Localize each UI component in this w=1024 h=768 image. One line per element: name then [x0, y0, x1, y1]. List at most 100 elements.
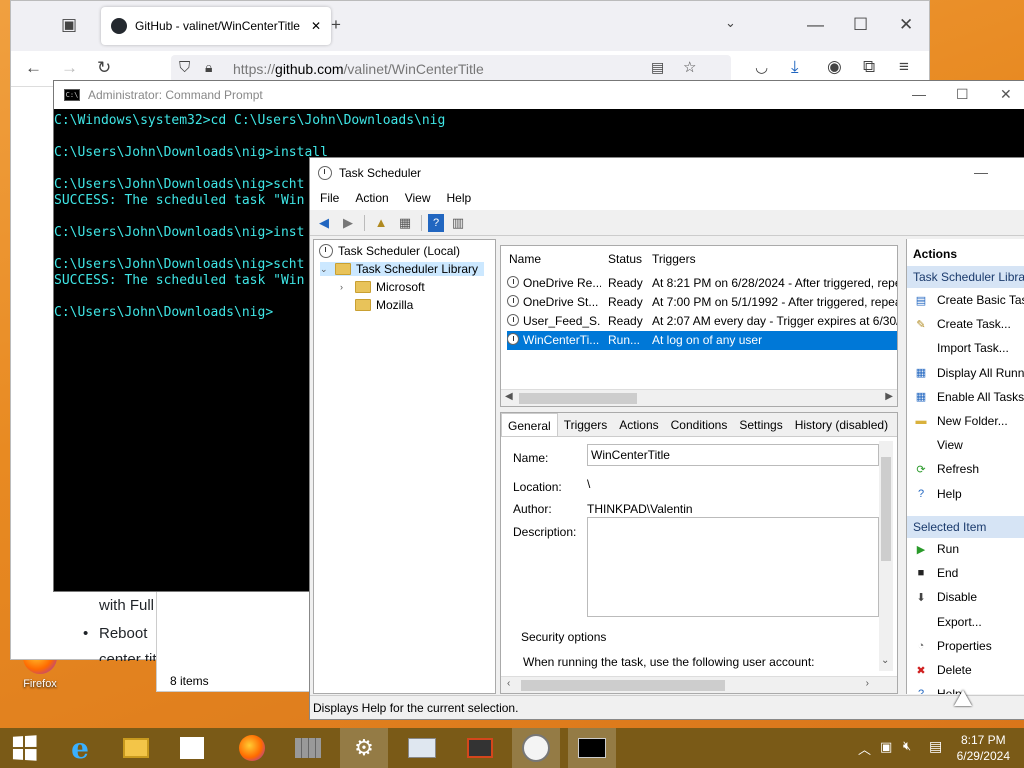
scroll-down-icon[interactable]: ⌄ — [881, 655, 889, 666]
tab-overview-icon[interactable]: ▣ — [61, 15, 77, 35]
description-field[interactable] — [587, 517, 879, 617]
network-icon[interactable]: ▣ — [880, 739, 892, 755]
lock-icon[interactable]: 🔒︎ — [205, 59, 212, 76]
task-row[interactable]: WinCenterTi... Run... At log on of any use… — [507, 331, 897, 350]
action-item[interactable]: ◔ Properties — [913, 639, 992, 653]
tab-actions[interactable]: Actions — [613, 413, 664, 436]
account-icon[interactable]: ◉ — [827, 57, 842, 77]
detail-hscroll[interactable]: ‹ › — [501, 676, 897, 693]
tab-history[interactable]: History (disabled) — [789, 413, 894, 436]
detail-vscroll[interactable]: ⌄ — [879, 441, 893, 671]
ts-minimize-icon[interactable]: — — [974, 164, 988, 180]
detail-hscroll-thumb[interactable] — [521, 680, 725, 691]
action-item[interactable]: ? Help — [913, 487, 962, 501]
tab-general[interactable]: General — [501, 413, 558, 436]
action-item[interactable]: ▬ New Folder... — [913, 414, 1008, 428]
cmd-title-bar[interactable]: C:\ Administrator: Command Prompt — ☐ ✕ — [54, 81, 1024, 109]
new-tab-button[interactable]: + — [331, 15, 341, 35]
actions-section-selected[interactable]: Selected Item — [907, 516, 1024, 538]
cmd-maximize-icon[interactable]: ☐ — [956, 86, 969, 103]
action-item[interactable]: ✖ Delete — [913, 663, 971, 677]
action-item[interactable]: ✎ Create Task... — [913, 317, 1010, 331]
action-item[interactable]: ▦ Enable All Tasks History — [913, 390, 1024, 404]
taskbar-cmd[interactable] — [568, 728, 616, 768]
tab-conditions[interactable]: Conditions — [665, 413, 734, 436]
taskbar-store[interactable] — [168, 728, 216, 768]
action-item[interactable]: ■ End — [913, 566, 959, 580]
back-icon[interactable]: ← — [25, 58, 42, 78]
menu-help[interactable]: Help — [439, 188, 480, 210]
menu-view[interactable]: View — [397, 188, 439, 210]
forward-icon[interactable]: → — [61, 58, 78, 78]
taskbar-firefox[interactable] — [228, 728, 276, 768]
tree-item-root[interactable]: Task Scheduler (Local) — [319, 244, 460, 258]
action-item[interactable]: Export... — [913, 615, 982, 629]
menu-action[interactable]: Action — [347, 188, 396, 210]
task-list-hscroll[interactable]: ◀ ▶ — [501, 389, 897, 406]
task-row[interactable]: OneDrive St... Ready At 7:00 PM on 5/1/199… — [507, 293, 897, 312]
show-hide-action-pane-icon[interactable]: ▥ — [448, 214, 468, 232]
action-item[interactable]: ▶ Run — [913, 542, 959, 556]
forward-arrow-icon[interactable]: ▶ — [338, 214, 358, 232]
notification-icon[interactable]: ▤ — [929, 738, 942, 755]
detail-scroll-thumb[interactable] — [881, 457, 891, 561]
reload-icon[interactable]: ↻ — [97, 58, 111, 78]
name-field[interactable]: WinCenterTitle — [587, 444, 879, 466]
taskbar-performance[interactable] — [398, 728, 446, 768]
taskbar-ie[interactable]: e — [56, 728, 104, 768]
cmd-close-icon[interactable]: ✕ — [1000, 86, 1012, 103]
task-row[interactable]: OneDrive Re... Ready At 8:21 PM on 6/28/20… — [507, 274, 897, 293]
taskbar-task-scheduler[interactable] — [512, 728, 560, 768]
taskbar-firewall[interactable] — [284, 728, 332, 768]
action-item[interactable]: ⟳ Refresh — [913, 462, 979, 476]
tree-item-mozilla[interactable]: Mozilla — [355, 298, 413, 312]
taskbar-file-explorer[interactable] — [112, 728, 160, 768]
help-icon[interactable]: ? — [428, 213, 444, 232]
menu-file[interactable]: File — [312, 188, 347, 210]
column-triggers[interactable]: Triggers — [652, 252, 696, 266]
scroll-left-icon[interactable]: ◀ — [505, 391, 513, 402]
scroll-right-icon[interactable]: ▶ — [885, 391, 893, 402]
cmd-minimize-icon[interactable]: — — [912, 86, 926, 102]
column-status[interactable]: Status — [608, 252, 642, 266]
tab-list-icon[interactable]: ⌄ — [725, 15, 736, 31]
close-icon[interactable]: ✕ — [899, 15, 913, 35]
url-bar[interactable]: ⛉ 🔒︎ https://github.com/valinet/WinCente… — [171, 55, 731, 83]
tab-github[interactable]: GitHub - valinet/WinCenterTitle ✕ — [101, 7, 331, 45]
action-item[interactable]: ▦ Display All Running Tasks — [913, 366, 1024, 380]
back-arrow-icon[interactable]: ◀ — [314, 214, 334, 232]
column-name[interactable]: Name — [509, 252, 541, 266]
bookmark-star-icon[interactable]: ☆ — [683, 58, 696, 76]
show-hide-tree-icon[interactable]: ▦ — [395, 214, 415, 232]
show-hidden-icons-icon[interactable]: ︿ — [858, 739, 871, 758]
menu-icon[interactable]: ≡ — [899, 57, 909, 77]
shield-icon[interactable]: ⛉ — [179, 59, 190, 76]
action-item[interactable]: View — [913, 438, 963, 452]
ts-title-bar[interactable]: Task Scheduler — — [310, 158, 1024, 188]
action-item[interactable]: Import Task... — [913, 341, 1009, 355]
tree-item-microsoft[interactable]: › Microsoft — [340, 280, 425, 294]
maximize-icon[interactable]: ☐ — [853, 15, 868, 35]
tab-triggers[interactable]: Triggers — [558, 413, 614, 436]
pocket-icon[interactable]: ◡ — [755, 58, 768, 76]
collapse-icon[interactable]: ⌄ — [320, 264, 330, 275]
action-item[interactable]: ▤ Create Basic Task... — [913, 293, 1024, 307]
reader-view-icon[interactable]: ▤ — [651, 59, 664, 76]
downloads-icon[interactable]: ⤓ — [791, 57, 799, 77]
scroll-thumb[interactable] — [519, 393, 637, 404]
task-row[interactable]: User_Feed_S... Ready At 2:07 AM every day … — [507, 312, 897, 331]
taskbar-tool[interactable] — [456, 728, 504, 768]
taskbar-clock[interactable]: 8:17 PM 6/29/2024 — [957, 732, 1010, 764]
tab-settings[interactable]: Settings — [733, 413, 788, 436]
volume-muted-icon[interactable]: 🔇︎ — [903, 738, 911, 754]
actions-section-library[interactable]: Task Scheduler Library — [907, 266, 1024, 288]
detail-scroll-right-icon[interactable]: › — [866, 678, 869, 689]
close-tab-icon[interactable]: ✕ — [311, 19, 321, 33]
expand-icon[interactable]: › — [340, 282, 350, 292]
extensions-icon[interactable]: ⧉ — [863, 57, 875, 77]
action-item[interactable]: ⬇ Disable — [913, 590, 977, 604]
detail-scroll-left-icon[interactable]: ‹ — [507, 678, 510, 689]
tree-item-library[interactable]: ⌄ Task Scheduler Library — [320, 262, 485, 276]
start-button[interactable] — [0, 728, 48, 768]
minimize-icon[interactable]: — — [807, 15, 824, 35]
